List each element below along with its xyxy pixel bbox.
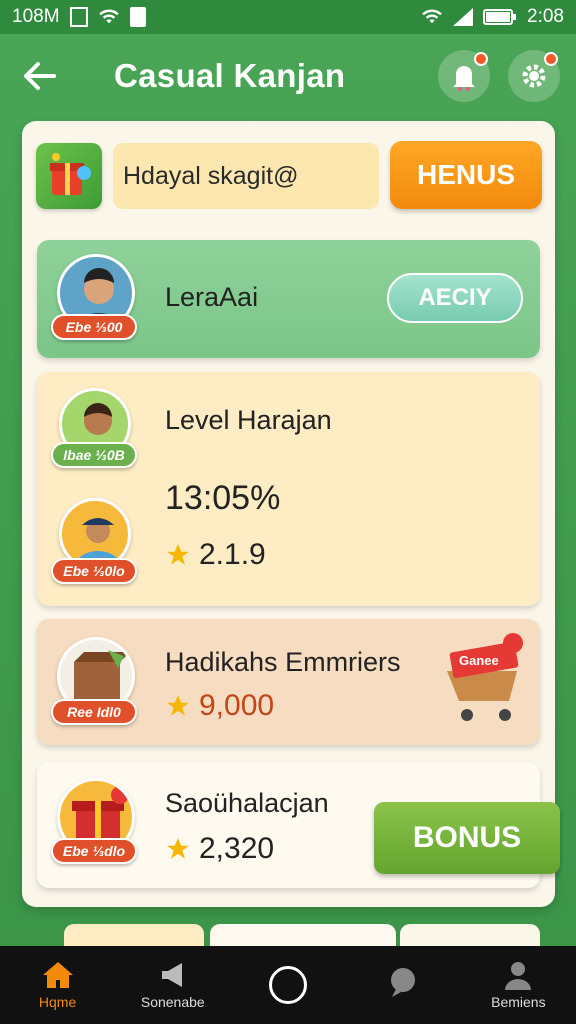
nav-label: Sonenabe [140, 994, 205, 1010]
card-title: Saoühalacjan [165, 788, 329, 818]
wifi-signal-icon [422, 9, 442, 24]
home-icon [42, 962, 73, 988]
score-badge: Ebe ⅓0lo [51, 558, 137, 584]
card-title: LeraAai [165, 282, 259, 312]
megaphone-icon [161, 963, 182, 987]
nav-label: Hqme [38, 994, 77, 1010]
rating-value: 2,320 [199, 832, 275, 865]
rating-value: 2.1.9 [199, 538, 266, 571]
next-card-peek [210, 924, 396, 948]
chat-icon [391, 968, 416, 997]
home-circle-icon [268, 966, 307, 1004]
score-badge: Ebe ⅓dlo [51, 838, 137, 864]
app-header: Casual Kanjan [0, 34, 576, 118]
rating: 2.1.9 [165, 538, 266, 572]
notification-dot [474, 52, 488, 66]
next-card-peek [64, 924, 204, 948]
star-icon [167, 544, 189, 565]
nav-item-home-button[interactable] [233, 966, 343, 1004]
list-item[interactable]: Ebe ⅓dlo Saoühalacjan 2,320 BONUS [37, 762, 560, 888]
nav-item-home[interactable]: Hqme [3, 960, 113, 1010]
top-row: Hdayal skagit@ HENUS [36, 141, 542, 213]
settings-button[interactable] [508, 50, 560, 102]
profile-icon [505, 962, 532, 990]
shopping-cart-icon[interactable]: Ganee [437, 631, 533, 727]
bell-icon [453, 66, 475, 91]
main-panel: Hdayal skagit@ HENUS Ebe ⅓00 LeraAai AEC… [22, 121, 560, 907]
bonus-button[interactable]: BONUS [374, 802, 560, 874]
sim-icon [129, 7, 146, 27]
progress-value: 13:05% [165, 479, 281, 517]
star-icon [167, 695, 189, 716]
card-title: Hadikahs Emmriers [165, 647, 401, 677]
level-badge: Ibae ⅓0B [51, 442, 137, 468]
notifications-button[interactable] [438, 50, 490, 102]
nav-item-announcements[interactable]: Sonenabe [118, 960, 228, 1010]
rating: 2,320 [165, 832, 274, 866]
battery-icon [483, 9, 517, 25]
action-button[interactable]: AECIY [387, 273, 523, 323]
score-badge: Ree Idl0 [51, 699, 137, 725]
status-bar: 108M 2:08 [0, 0, 576, 34]
nav-label: Bemiens [491, 994, 546, 1010]
search-input[interactable]: Hdayal skagit@ [113, 143, 379, 209]
list-item[interactable]: Ebe ⅓00 LeraAai AECIY [37, 240, 540, 358]
cell-signal-icon [453, 8, 474, 26]
status-time: 2:08 [527, 6, 564, 27]
bottom-nav: Hqme Sonenabe Bemiens [0, 946, 576, 1024]
settings-dot [544, 52, 558, 66]
rating: 9,000 [165, 689, 274, 723]
app-notification-icon [69, 7, 88, 27]
star-icon [167, 838, 189, 859]
nav-item-profile[interactable]: Bemiens [463, 960, 573, 1010]
list-item[interactable]: Ree Idl0 Hadikahs Emmriers 9,000 Ganee [37, 619, 540, 745]
gift-box-icon [36, 143, 102, 209]
card-title: Level Harajan [165, 405, 332, 435]
rating-value: 9,000 [199, 689, 275, 722]
page-title: Casual Kanjan [114, 57, 346, 94]
back-arrow-icon [24, 62, 56, 90]
cart-label: Ganee [459, 653, 499, 668]
wifi-icon [98, 9, 119, 24]
status-left-text: 108M [12, 6, 60, 27]
menu-button[interactable]: HENUS [390, 141, 542, 209]
list-item[interactable]: Ibae ⅓0B Ebe ⅓0lo Level Harajan 13:05% 2… [37, 372, 540, 606]
score-badge: Ebe ⅓00 [51, 314, 137, 340]
nav-item-chat[interactable] [348, 967, 458, 1003]
gear-icon [522, 64, 546, 88]
back-button[interactable] [18, 54, 62, 98]
next-card-peek [400, 924, 540, 948]
